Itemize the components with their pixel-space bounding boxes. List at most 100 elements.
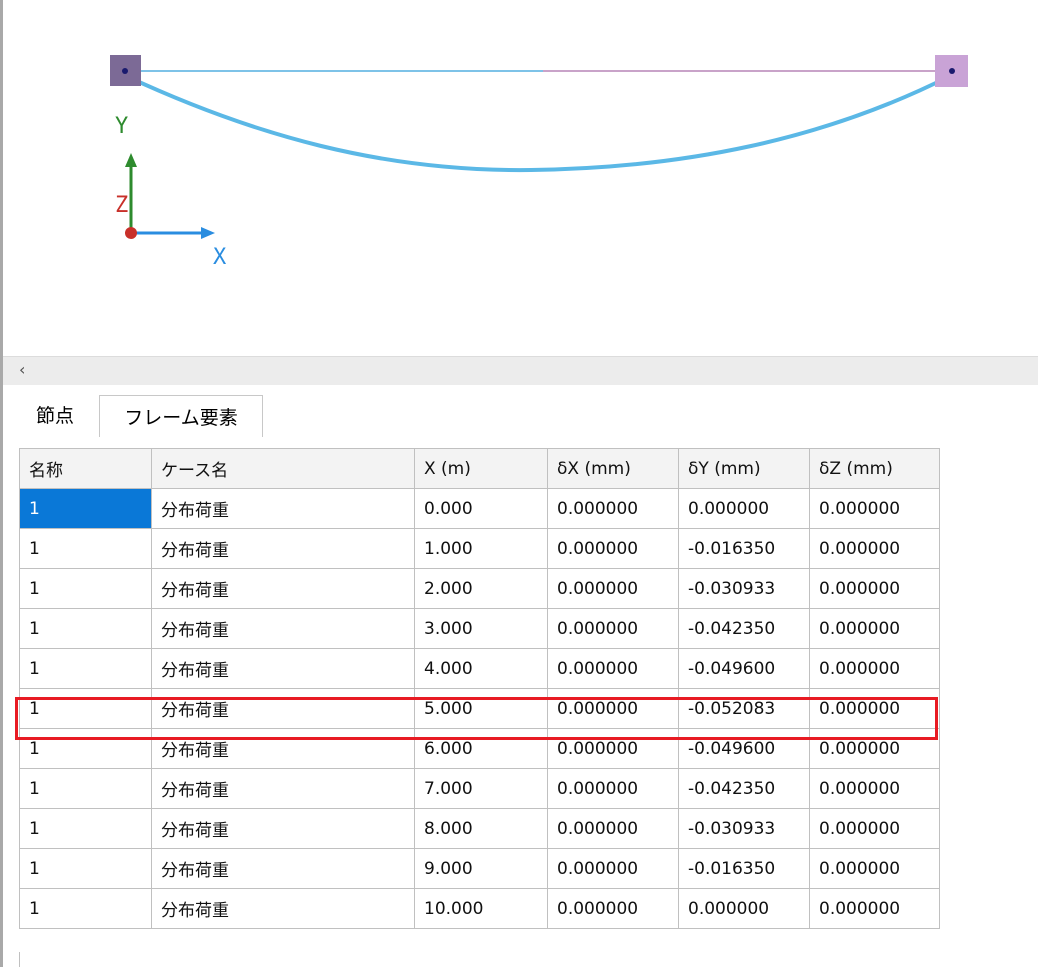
node-left-dot bbox=[122, 68, 128, 74]
table-cell[interactable]: 1.000 bbox=[414, 528, 548, 569]
table-cell[interactable]: 0.000000 bbox=[547, 688, 679, 729]
table-cell[interactable]: 0.000 bbox=[414, 488, 548, 529]
node-left[interactable] bbox=[110, 55, 141, 86]
table-cell[interactable]: 0.000000 bbox=[809, 768, 940, 809]
table-cell[interactable]: 0.000000 bbox=[547, 648, 679, 689]
table-cell[interactable]: 0.000000 bbox=[547, 608, 679, 649]
table-cell[interactable]: 1 bbox=[19, 688, 152, 729]
grid-header-row: 名称 ケース名 X (m) δX (mm) δY (mm) δZ (mm) bbox=[19, 448, 940, 489]
table-row-highlighted[interactable]: 1 分布荷重 5.000 0.000000 -0.052083 0.000000 bbox=[19, 688, 940, 729]
table-cell[interactable]: 0.000000 bbox=[809, 848, 940, 889]
node-right-dot bbox=[949, 68, 955, 74]
table-cell[interactable]: 分布荷重 bbox=[151, 608, 415, 649]
table-cell[interactable]: 分布荷重 bbox=[151, 688, 415, 729]
table-row[interactable]: 1 分布荷重 7.000 0.000000 -0.042350 0.000000 bbox=[19, 768, 940, 809]
table-cell[interactable]: 分布荷重 bbox=[151, 648, 415, 689]
table-cell[interactable]: 0.000000 bbox=[809, 688, 940, 729]
table-row[interactable]: 1 分布荷重 10.000 0.000000 0.000000 0.000000 bbox=[19, 888, 940, 929]
tab-frame-elements[interactable]: フレーム要素 bbox=[99, 395, 263, 437]
node-right[interactable] bbox=[935, 55, 968, 87]
table-cell[interactable]: -0.052083 bbox=[678, 688, 810, 729]
table-cell[interactable]: 1 bbox=[19, 648, 152, 689]
table-cell[interactable]: 分布荷重 bbox=[151, 728, 415, 769]
axis-label-y: Y bbox=[115, 114, 129, 139]
table-cell[interactable]: 0.000000 bbox=[547, 848, 679, 889]
table-cell[interactable]: -0.016350 bbox=[678, 848, 810, 889]
table-cell[interactable]: 1 bbox=[19, 568, 152, 609]
grid-left-border bbox=[19, 952, 20, 967]
table-cell[interactable]: 0.000000 bbox=[547, 888, 679, 929]
table-cell[interactable]: 0.000000 bbox=[547, 808, 679, 849]
table-row[interactable]: 1 分布荷重 8.000 0.000000 -0.030933 0.000000 bbox=[19, 808, 940, 849]
table-row[interactable]: 1 分布荷重 2.000 0.000000 -0.030933 0.000000 bbox=[19, 568, 940, 609]
table-cell[interactable]: 10.000 bbox=[414, 888, 548, 929]
table-cell[interactable]: 1 bbox=[19, 808, 152, 849]
table-cell[interactable]: 0.000000 bbox=[809, 648, 940, 689]
table-cell[interactable]: 1 bbox=[19, 848, 152, 889]
table-cell[interactable]: 0.000000 bbox=[809, 728, 940, 769]
table-cell[interactable]: 8.000 bbox=[414, 808, 548, 849]
results-grid: 名称 ケース名 X (m) δX (mm) δY (mm) δZ (mm) 1 … bbox=[19, 448, 940, 929]
x-axis-arrow bbox=[201, 227, 215, 239]
table-cell[interactable]: 5.000 bbox=[414, 688, 548, 729]
table-cell[interactable]: -0.030933 bbox=[678, 808, 810, 849]
column-header-dz[interactable]: δZ (mm) bbox=[809, 448, 940, 489]
table-cell[interactable]: 分布荷重 bbox=[151, 488, 415, 529]
table-cell[interactable]: 1 bbox=[19, 608, 152, 649]
column-header-dx[interactable]: δX (mm) bbox=[547, 448, 679, 489]
table-row[interactable]: 1 分布荷重 6.000 0.000000 -0.049600 0.000000 bbox=[19, 728, 940, 769]
table-cell[interactable]: 6.000 bbox=[414, 728, 548, 769]
table-cell[interactable]: 0.000000 bbox=[809, 568, 940, 609]
table-cell[interactable]: 0.000000 bbox=[678, 888, 810, 929]
column-header-name[interactable]: 名称 bbox=[19, 448, 152, 489]
table-cell[interactable]: 1 bbox=[19, 528, 152, 569]
table-cell[interactable]: 0.000000 bbox=[547, 728, 679, 769]
table-cell[interactable]: 1 bbox=[19, 488, 152, 529]
table-cell[interactable]: 分布荷重 bbox=[151, 568, 415, 609]
table-cell[interactable]: 0.000000 bbox=[547, 488, 679, 529]
table-cell[interactable]: 分布荷重 bbox=[151, 528, 415, 569]
table-cell[interactable]: 0.000000 bbox=[678, 488, 810, 529]
column-header-dy[interactable]: δY (mm) bbox=[678, 448, 810, 489]
table-cell[interactable]: 分布荷重 bbox=[151, 848, 415, 889]
table-row[interactable]: 1 分布荷重 9.000 0.000000 -0.016350 0.000000 bbox=[19, 848, 940, 889]
table-row[interactable]: 1 分布荷重 3.000 0.000000 -0.042350 0.000000 bbox=[19, 608, 940, 649]
table-cell[interactable]: 0.000000 bbox=[547, 528, 679, 569]
table-cell[interactable]: 0.000000 bbox=[809, 488, 940, 529]
table-cell[interactable]: -0.049600 bbox=[678, 648, 810, 689]
axis-gizmo bbox=[125, 153, 215, 239]
table-cell[interactable]: 0.000000 bbox=[809, 608, 940, 649]
table-cell[interactable]: -0.042350 bbox=[678, 768, 810, 809]
table-row[interactable]: 1 分布荷重 4.000 0.000000 -0.049600 0.000000 bbox=[19, 648, 940, 689]
table-cell[interactable]: 0.000000 bbox=[547, 568, 679, 609]
table-cell[interactable]: 3.000 bbox=[414, 608, 548, 649]
table-cell[interactable]: -0.042350 bbox=[678, 608, 810, 649]
table-cell[interactable]: 2.000 bbox=[414, 568, 548, 609]
tab-nodes[interactable]: 節点 bbox=[11, 397, 99, 431]
table-cell[interactable]: 分布荷重 bbox=[151, 808, 415, 849]
table-row[interactable]: 1 分布荷重 0.000 0.000000 0.000000 0.000000 bbox=[19, 488, 940, 529]
table-cell[interactable]: 0.000000 bbox=[547, 768, 679, 809]
table-cell[interactable]: 1 bbox=[19, 768, 152, 809]
scroll-left-icon[interactable]: ‹ bbox=[19, 360, 25, 379]
table-cell[interactable]: 1 bbox=[19, 888, 152, 929]
table-cell[interactable]: 7.000 bbox=[414, 768, 548, 809]
deflected-shape-curve bbox=[125, 74, 951, 173]
table-cell[interactable]: 0.000000 bbox=[809, 528, 940, 569]
viewport-canvas bbox=[110, 55, 968, 239]
table-cell[interactable]: 分布荷重 bbox=[151, 768, 415, 809]
table-cell[interactable]: -0.016350 bbox=[678, 528, 810, 569]
column-header-x[interactable]: X (m) bbox=[414, 448, 548, 489]
structure-viewport[interactable]: Y Z X bbox=[3, 0, 1038, 355]
table-cell[interactable]: 分布荷重 bbox=[151, 888, 415, 929]
table-cell[interactable]: 0.000000 bbox=[809, 888, 940, 929]
table-cell[interactable]: 9.000 bbox=[414, 848, 548, 889]
table-cell[interactable]: -0.030933 bbox=[678, 568, 810, 609]
column-header-case[interactable]: ケース名 bbox=[151, 448, 415, 489]
table-cell[interactable]: -0.049600 bbox=[678, 728, 810, 769]
table-cell[interactable]: 0.000000 bbox=[809, 808, 940, 849]
table-cell[interactable]: 4.000 bbox=[414, 648, 548, 689]
table-row[interactable]: 1 分布荷重 1.000 0.000000 -0.016350 0.000000 bbox=[19, 528, 940, 569]
table-cell[interactable]: 1 bbox=[19, 728, 152, 769]
horizontal-scrollbar[interactable]: ‹ bbox=[3, 356, 1038, 386]
